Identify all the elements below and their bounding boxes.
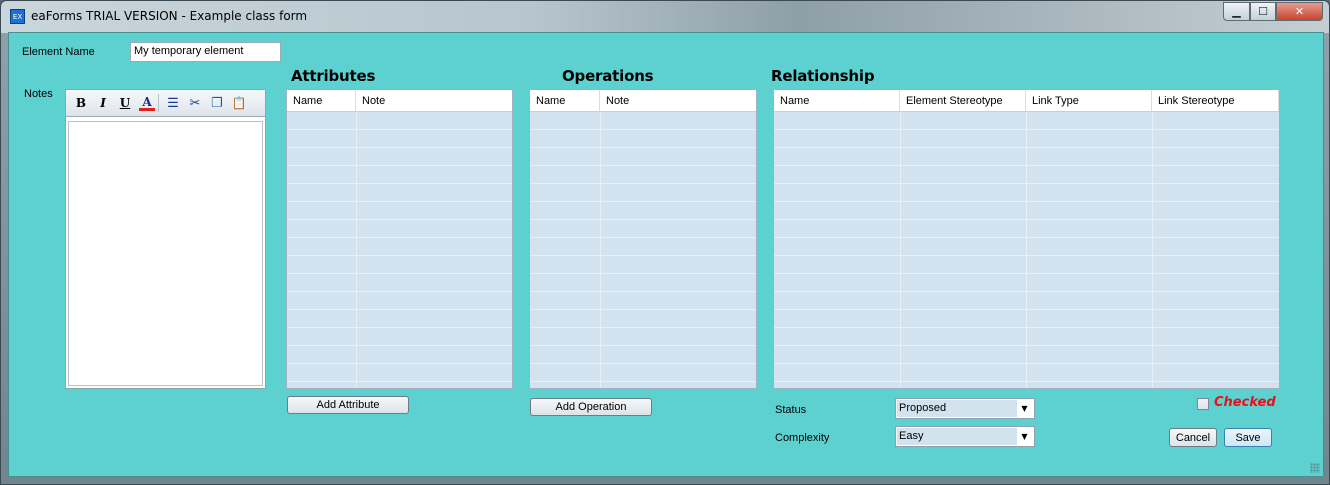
- notes-editor: B I U A ☰ ✂ ❐ 📋: [65, 89, 266, 389]
- window-title: eaForms TRIAL VERSION - Example class fo…: [31, 9, 308, 23]
- column-header-name[interactable]: Name: [287, 90, 356, 111]
- add-attribute-button[interactable]: Add Attribute: [287, 396, 409, 414]
- column-header-link-type[interactable]: Link Type: [1026, 90, 1152, 111]
- maximize-button[interactable]: ☐: [1250, 2, 1276, 21]
- column-header-note[interactable]: Note: [600, 90, 756, 111]
- relationship-heading: Relationship: [771, 67, 875, 85]
- grid-column-divider: [1152, 112, 1153, 388]
- status-label: Status: [775, 404, 807, 416]
- underline-icon[interactable]: U: [114, 92, 136, 114]
- checked-checkbox[interactable]: [1197, 398, 1209, 410]
- grid-column-divider: [356, 112, 357, 388]
- column-header-element-stereotype[interactable]: Element Stereotype: [900, 90, 1026, 111]
- paste-icon[interactable]: 📋: [228, 92, 250, 114]
- minimize-button[interactable]: ▁: [1223, 2, 1250, 21]
- title-bar[interactable]: EX eaForms TRIAL VERSION - Example class…: [1, 1, 1329, 33]
- cut-icon[interactable]: ✂: [184, 92, 206, 114]
- complexity-value: Easy: [897, 428, 1017, 445]
- relationship-grid-header: Name Element Stereotype Link Type Link S…: [774, 90, 1279, 112]
- operations-grid-header: Name Note: [530, 90, 756, 112]
- rich-text-toolbar: B I U A ☰ ✂ ❐ 📋: [66, 90, 265, 117]
- attributes-grid[interactable]: Name Note: [286, 89, 513, 389]
- app-icon: EX: [10, 9, 25, 24]
- close-button[interactable]: ✕: [1276, 2, 1323, 21]
- status-value: Proposed: [897, 400, 1017, 417]
- font-color-icon[interactable]: A: [139, 95, 155, 111]
- form-client-area: Element Name My temporary element Notes …: [8, 32, 1324, 477]
- dropdown-arrow-icon: ▼: [1021, 404, 1028, 413]
- maximize-icon: ☐: [1258, 5, 1268, 18]
- notes-label: Notes: [24, 88, 53, 100]
- complexity-label: Complexity: [775, 432, 830, 444]
- grid-column-divider: [900, 112, 901, 388]
- column-header-name[interactable]: Name: [530, 90, 600, 111]
- attributes-grid-header: Name Note: [287, 90, 512, 112]
- column-header-note[interactable]: Note: [356, 90, 512, 111]
- grid-column-divider: [600, 112, 601, 388]
- element-name-input[interactable]: My temporary element: [130, 42, 281, 62]
- bullet-list-icon[interactable]: ☰: [162, 92, 184, 114]
- column-header-name[interactable]: Name: [774, 90, 900, 111]
- add-operation-button[interactable]: Add Operation: [530, 398, 652, 416]
- relationship-grid[interactable]: Name Element Stereotype Link Type Link S…: [773, 89, 1280, 389]
- italic-icon[interactable]: I: [92, 92, 114, 114]
- close-icon: ✕: [1294, 5, 1305, 18]
- notes-text-area[interactable]: [68, 121, 263, 386]
- element-name-label: Element Name: [22, 46, 95, 58]
- operations-grid[interactable]: Name Note: [529, 89, 757, 389]
- attributes-heading: Attributes: [291, 67, 376, 85]
- window-controls: ▁ ☐ ✕: [1223, 2, 1323, 21]
- checked-label: Checked: [1214, 395, 1276, 410]
- minimize-icon: ▁: [1232, 5, 1241, 18]
- operations-heading: Operations: [562, 67, 654, 85]
- dropdown-arrow-icon: ▼: [1021, 432, 1028, 441]
- save-button[interactable]: Save: [1224, 428, 1272, 447]
- copy-icon[interactable]: ❐: [206, 92, 228, 114]
- grid-column-divider: [1026, 112, 1027, 388]
- column-header-link-stereotype[interactable]: Link Stereotype: [1152, 90, 1279, 111]
- status-dropdown[interactable]: Proposed ▼: [895, 398, 1035, 419]
- app-window: EX eaForms TRIAL VERSION - Example class…: [0, 0, 1330, 485]
- operations-grid-body: [530, 112, 756, 388]
- resize-grip[interactable]: [1310, 463, 1320, 473]
- complexity-dropdown[interactable]: Easy ▼: [895, 426, 1035, 447]
- attributes-grid-body: [287, 112, 512, 388]
- bold-icon[interactable]: B: [70, 92, 92, 114]
- cancel-button[interactable]: Cancel: [1169, 428, 1217, 447]
